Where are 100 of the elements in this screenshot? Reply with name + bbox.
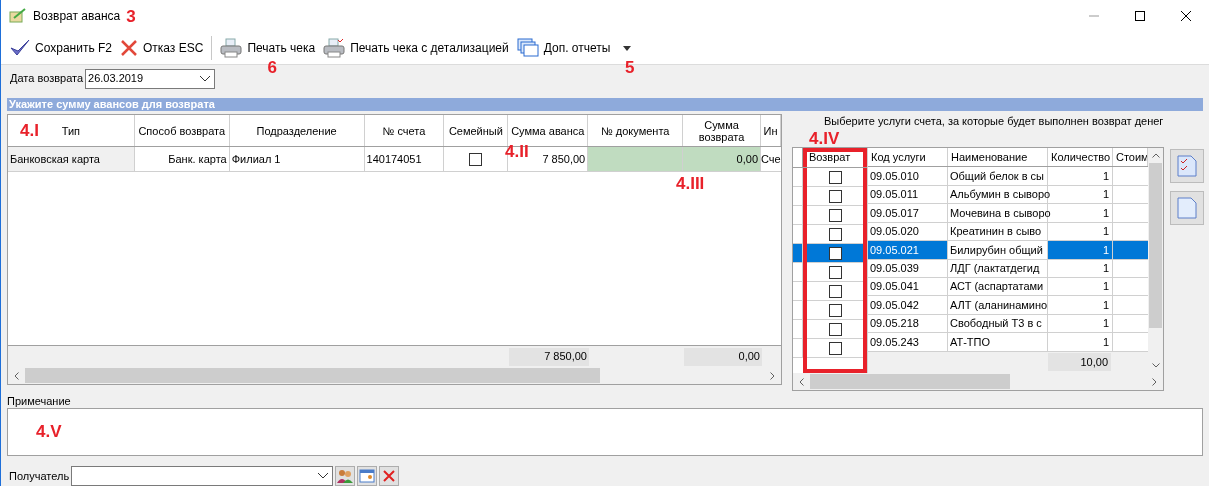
chevron-down-icon xyxy=(200,75,211,82)
chevron-up-icon[interactable] xyxy=(1151,153,1160,158)
checklist-document-icon xyxy=(1177,155,1197,177)
table-cell: 09.05.010 xyxy=(868,167,948,185)
input-field[interactable] xyxy=(588,147,684,171)
chevron-down-icon[interactable] xyxy=(1151,363,1160,368)
column-header[interactable]: Семейный xyxy=(444,115,509,146)
table-row[interactable]: 09.05.011 Альбумин в сыворо 1 xyxy=(868,185,1148,205)
table-row[interactable]: 09.05.010 Общий белок в сы 1 xyxy=(868,167,1148,186)
horizontal-scrollbar[interactable] xyxy=(8,367,781,384)
column-header[interactable]: Сумма возврата xyxy=(683,115,761,146)
toolbar-button[interactable]: Печать чека xyxy=(217,35,319,61)
table-row[interactable]: 09.05.042 АЛТ (аланинамино 1 xyxy=(868,296,1148,315)
table-cell-text: Сче xyxy=(761,151,781,167)
clear-button[interactable] xyxy=(379,466,400,486)
toolbar-button[interactable]: Доп. отчеты xyxy=(513,35,635,61)
table-cell: 1 xyxy=(1048,333,1113,351)
input-field[interactable]: 0,00 xyxy=(683,147,761,171)
table-cell: Креатинин в сыво xyxy=(948,222,1048,241)
total-cell: 7 850,00 xyxy=(509,347,589,366)
vertical-scrollbar[interactable] xyxy=(1148,148,1163,373)
annotation-label: 4.I xyxy=(20,122,39,139)
column-header[interactable]: Количество xyxy=(1048,148,1113,167)
table-cell: 09.05.041 xyxy=(868,278,948,296)
row-header[interactable] xyxy=(793,244,803,263)
table-row[interactable]: 09.05.039 ЛДГ (лактатдегид 1 xyxy=(868,259,1148,278)
note-field[interactable]: 4.V xyxy=(7,408,1203,456)
chevron-left-icon[interactable] xyxy=(799,377,804,386)
checkbox[interactable] xyxy=(828,227,842,241)
toolbar-button[interactable]: Печать чека с детализацией xyxy=(320,35,512,61)
section-header: Укажите сумму авансов для возврата xyxy=(7,98,1203,111)
checkbox[interactable] xyxy=(828,303,842,317)
window-title: Возврат аванса xyxy=(33,8,121,25)
windows-icon xyxy=(516,38,539,58)
horizontal-scrollbar[interactable] xyxy=(793,373,1163,390)
date-picker[interactable]: 26.03.2019 xyxy=(85,68,216,89)
people-icon xyxy=(337,469,354,483)
column-header[interactable]: Наименование xyxy=(948,148,1048,167)
annotation-label: 4.V xyxy=(36,423,62,440)
table-row[interactable]: 09.05.021 Билирубин общий 1 xyxy=(868,241,1148,260)
people-button[interactable] xyxy=(335,466,356,486)
table-cell: 1 xyxy=(1048,241,1113,259)
toolbar-button[interactable]: Отказ ESC xyxy=(116,35,207,61)
printer-icon xyxy=(220,38,243,58)
table-cell: Общий белок в сы xyxy=(948,167,1048,185)
table-cell: Мочевина в сыворо xyxy=(948,204,1048,222)
caret-down-icon xyxy=(623,45,632,51)
column-header[interactable]: № документа xyxy=(588,115,684,146)
column-header[interactable]: Ин xyxy=(761,115,781,146)
table-row[interactable]: 09.05.041 АСТ (аспартатами 1 xyxy=(868,278,1148,297)
chevron-right-icon[interactable] xyxy=(770,371,775,380)
column-header[interactable]: № счета xyxy=(364,115,445,146)
table-cell: 1 xyxy=(1048,222,1113,241)
checkbox[interactable] xyxy=(828,246,842,260)
column-header[interactable]: Подразделение xyxy=(229,115,365,146)
checkbox[interactable] xyxy=(828,284,842,298)
chevron-left-icon[interactable] xyxy=(14,371,19,380)
checkbox[interactable] xyxy=(828,322,842,336)
column-header[interactable]: Код услуги xyxy=(868,148,948,167)
table-cell: 09.05.017 xyxy=(868,204,948,222)
chevron-right-icon[interactable] xyxy=(1152,377,1157,386)
checkbox[interactable] xyxy=(828,208,842,222)
column-header[interactable]: Способ возврата xyxy=(134,115,230,146)
column-header[interactable]: Сумма аванса xyxy=(508,115,589,146)
column-header[interactable]: Возврат xyxy=(803,148,867,168)
contact-card-icon xyxy=(359,469,376,483)
table-row[interactable]: 09.05.218 Свободный Т3 в с 1 xyxy=(868,314,1148,334)
table-row[interactable]: 09.05.243 АТ-ТПО 1 xyxy=(868,333,1148,352)
table-cell: ЛДГ (лактатдегид xyxy=(948,259,1048,277)
toolbar-button[interactable]: Сохранить F2 xyxy=(7,35,115,61)
table-cell: АЛТ (аланинамино xyxy=(948,296,1048,314)
recipient-dropdown[interactable] xyxy=(71,466,334,486)
close-icon xyxy=(1181,11,1191,21)
table-cell: АСТ (аспартатами xyxy=(948,278,1048,296)
check-list-button[interactable] xyxy=(1170,149,1204,183)
annotation-label: 4.IV xyxy=(809,129,840,148)
checkbox[interactable] xyxy=(469,152,483,166)
table-cell: 09.05.218 xyxy=(868,314,948,333)
checkbox[interactable] xyxy=(828,341,842,355)
table-cell: АТ-ТПО xyxy=(948,333,1048,351)
table-row[interactable]: 09.05.017 Мочевина в сыворо 1 xyxy=(868,204,1148,223)
table-cell: 1 xyxy=(1048,167,1113,185)
contact-card-button[interactable] xyxy=(357,466,378,486)
checkbox[interactable] xyxy=(828,170,842,184)
table-cell: 09.05.243 xyxy=(868,333,948,351)
table-cell: 09.05.039 xyxy=(868,259,948,277)
annotation-label: 4.II xyxy=(505,143,529,160)
annotation-label: 3 xyxy=(126,7,136,25)
field-label: Примечание xyxy=(7,394,72,408)
checkbox[interactable] xyxy=(828,189,842,203)
table-cell: 09.05.020 xyxy=(868,222,948,241)
table-cell: 09.05.042 xyxy=(868,296,948,314)
table-cell: Филиал 1 xyxy=(229,147,365,171)
table-cell: Билирубин общий xyxy=(948,241,1048,259)
checkbox[interactable] xyxy=(828,265,842,279)
total-cell: 10,00 xyxy=(1048,353,1111,372)
panel-caption: Выберите услуги счета, за которые будет выполнен возврат денег xyxy=(824,114,1165,129)
table-cell: 1 xyxy=(1048,278,1113,296)
table-cell: 09.05.011 xyxy=(868,185,948,204)
checkmark-icon xyxy=(10,39,30,57)
